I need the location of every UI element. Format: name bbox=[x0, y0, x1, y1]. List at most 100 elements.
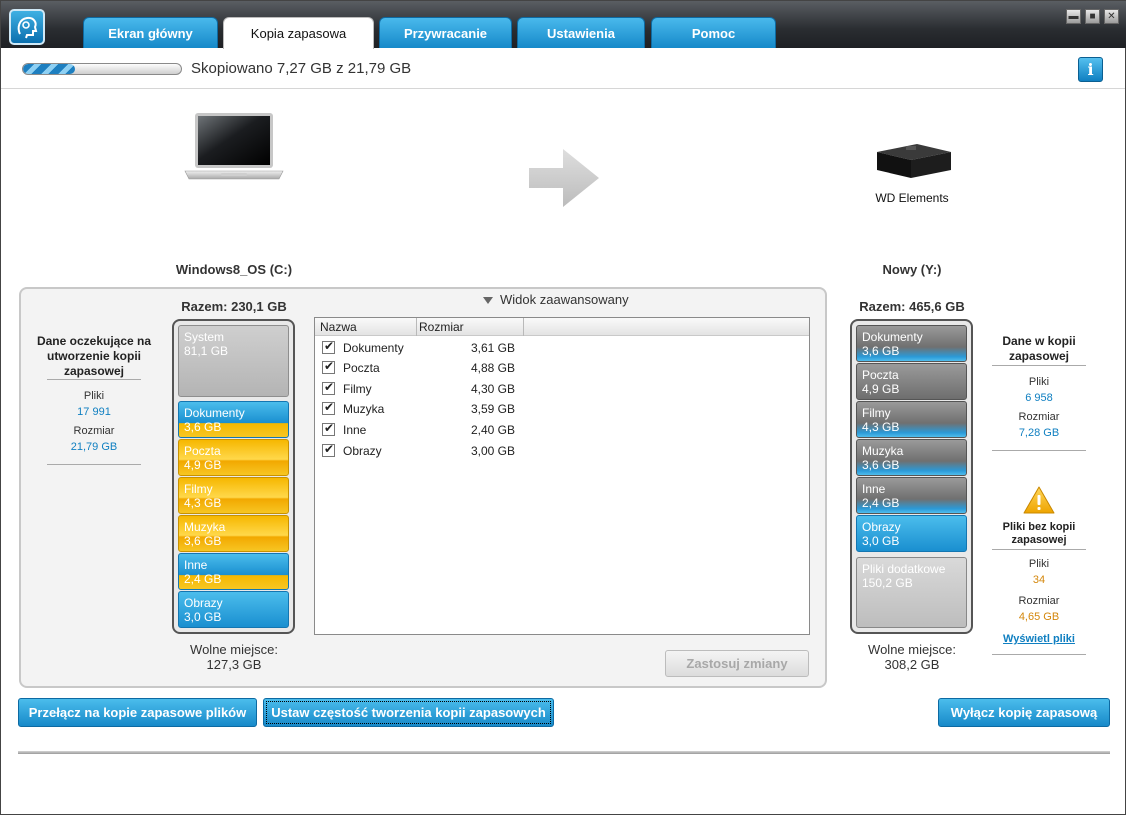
pending-divider-top bbox=[47, 379, 141, 380]
pending-files-label: Pliki bbox=[83, 390, 105, 402]
switch-to-file-backup-button[interactable]: Przełącz na kopie zapasowe plików bbox=[18, 698, 257, 727]
table-row: Filmy 4,30 GB bbox=[315, 379, 809, 399]
source-segment-pictures: Obrazy 3,0 GB bbox=[178, 591, 289, 628]
row-size: 4,88 GB bbox=[470, 361, 515, 375]
pending-size-value: 21,79 GB bbox=[70, 441, 118, 453]
backed-up-files-value: 6 958 bbox=[1025, 392, 1053, 404]
target-segment-documents: Dokumenty 3,6 GB bbox=[856, 325, 967, 362]
row-name: Inne bbox=[343, 423, 367, 437]
not-backed-up-files-label: Pliki bbox=[1028, 558, 1050, 570]
row-size: 4,30 GB bbox=[470, 382, 515, 396]
footer-divider bbox=[18, 751, 1110, 754]
source-segment-documents: Dokumenty 3,6 GB bbox=[178, 401, 289, 438]
apply-changes-button[interactable]: Zastosuj zmiany bbox=[665, 650, 809, 677]
pending-title: Dane oczekujące na utworzenie kopii zapa… bbox=[36, 334, 152, 378]
segment-name: Poczta bbox=[184, 444, 221, 458]
not-backed-up-title: Pliki bez kopii zapasowej bbox=[1002, 521, 1076, 546]
info-button[interactable]: i bbox=[1078, 57, 1103, 82]
category-checkbox[interactable] bbox=[322, 380, 335, 395]
backed-up-title: Dane w kopii zapasowej bbox=[1002, 334, 1076, 363]
target-segment-other: Inne 2,4 GB bbox=[856, 477, 967, 514]
advanced-view-label: Widok zaawansowany bbox=[500, 292, 629, 307]
segment-size: 3,6 GB bbox=[184, 420, 222, 434]
row-size: 3,59 GB bbox=[470, 402, 515, 416]
source-volume-label: Windows8_OS (C:) bbox=[175, 262, 293, 277]
close-button[interactable]: ✕ bbox=[1104, 9, 1119, 24]
segment-size: 3,0 GB bbox=[862, 534, 900, 548]
source-segment-movies: Filmy 4,3 GB bbox=[178, 477, 289, 514]
backed-up-divider-bottom bbox=[992, 450, 1086, 451]
category-checkbox[interactable] bbox=[322, 442, 335, 457]
table-row: Dokumenty 3,61 GB bbox=[315, 338, 809, 358]
segment-size: 150,2 GB bbox=[862, 576, 913, 590]
row-size: 3,00 GB bbox=[470, 444, 515, 458]
segment-size: 81,1 GB bbox=[184, 344, 229, 358]
table-row: Poczta 4,88 GB bbox=[315, 358, 809, 378]
not-backed-up-divider-top bbox=[992, 549, 1086, 550]
segment-name: Dokumenty bbox=[184, 406, 245, 420]
source-segment-mail: Poczta 4,9 GB bbox=[178, 439, 289, 476]
maximize-button[interactable]: ■ bbox=[1085, 9, 1100, 24]
not-backed-up-size-label: Rozmiar bbox=[1018, 595, 1060, 607]
backup-progress-fill bbox=[23, 64, 76, 74]
column-header-size[interactable]: Rozmiar bbox=[419, 320, 464, 334]
category-checkbox[interactable] bbox=[322, 421, 335, 436]
tab-home[interactable]: Ekran główny bbox=[83, 17, 218, 48]
backup-progress-text: Skopiowano 7,27 GB z 21,79 GB bbox=[191, 60, 412, 77]
external-drive-icon bbox=[877, 144, 951, 178]
not-backed-up-size-value: 4,65 GB bbox=[1018, 611, 1060, 623]
view-files-link[interactable]: Wyświetl pliki bbox=[992, 633, 1086, 645]
target-free-value: 308,2 GB bbox=[884, 657, 940, 672]
segment-size: 2,4 GB bbox=[862, 496, 900, 510]
row-name: Dokumenty bbox=[343, 341, 404, 355]
segment-size: 3,6 GB bbox=[184, 534, 222, 548]
app-window: Ekran główny Kopia zapasowa Przywracanie… bbox=[0, 0, 1126, 815]
pending-size-label: Rozmiar bbox=[73, 425, 115, 437]
row-name: Muzyka bbox=[343, 402, 385, 416]
segment-size: 4,3 GB bbox=[184, 496, 222, 510]
advanced-view-toggle[interactable]: Widok zaawansowany bbox=[483, 292, 629, 307]
segment-name: Muzyka bbox=[184, 520, 226, 534]
target-total: Razem: 465,6 GB bbox=[859, 299, 965, 314]
category-checkbox[interactable] bbox=[322, 339, 335, 354]
segment-size: 4,3 GB bbox=[862, 420, 900, 434]
set-backup-frequency-button[interactable]: Ustaw częstość tworzenia kopii zapasowyc… bbox=[263, 698, 554, 727]
minimize-button[interactable]: ▬ bbox=[1066, 9, 1081, 24]
pending-files-value: 17 991 bbox=[77, 406, 111, 418]
not-backed-up-divider-bottom bbox=[992, 654, 1086, 655]
table-row: Inne 2,40 GB bbox=[315, 420, 809, 440]
tab-backup[interactable]: Kopia zapasowa bbox=[223, 17, 374, 49]
tab-restore[interactable]: Przywracanie bbox=[379, 17, 512, 48]
target-drive-name: WD Elements bbox=[875, 191, 949, 205]
target-volume-label: Nowy (Y:) bbox=[882, 262, 942, 277]
category-checkbox[interactable] bbox=[322, 359, 335, 374]
category-checkbox[interactable] bbox=[322, 400, 335, 415]
source-segment-system: System 81,1 GB bbox=[178, 325, 289, 397]
segment-name: Pliki dodatkowe bbox=[862, 562, 946, 576]
target-free-label: Wolne miejsce: bbox=[868, 642, 956, 657]
source-free-label: Wolne miejsce: bbox=[190, 642, 278, 657]
app-logo-icon bbox=[9, 9, 45, 45]
tab-help[interactable]: Pomoc bbox=[651, 17, 776, 48]
backup-direction-arrow-icon bbox=[529, 149, 599, 207]
table-row: Obrazy 3,00 GB bbox=[315, 441, 809, 461]
minimize-icon: ▬ bbox=[1068, 11, 1079, 22]
close-icon: ✕ bbox=[1107, 11, 1116, 22]
row-name: Poczta bbox=[343, 361, 380, 375]
not-backed-up-files-value: 34 bbox=[1032, 574, 1046, 586]
segment-size: 3,0 GB bbox=[184, 610, 222, 624]
tab-settings[interactable]: Ustawienia bbox=[517, 17, 645, 48]
warning-icon bbox=[1023, 486, 1055, 514]
target-segment-extra-files: Pliki dodatkowe 150,2 GB bbox=[856, 557, 967, 628]
laptop-icon bbox=[184, 113, 284, 180]
disable-backup-button[interactable]: Wyłącz kopię zapasową bbox=[938, 698, 1110, 727]
title-bar: Ekran główny Kopia zapasowa Przywracanie… bbox=[1, 1, 1126, 49]
backed-up-size-value: 7,28 GB bbox=[1018, 427, 1060, 439]
target-segment-movies: Filmy 4,3 GB bbox=[856, 401, 967, 438]
target-segment-mail: Poczta 4,9 GB bbox=[856, 363, 967, 400]
column-header-name[interactable]: Nazwa bbox=[320, 320, 357, 334]
column-separator[interactable] bbox=[523, 318, 524, 336]
column-separator[interactable] bbox=[416, 318, 417, 336]
segment-size: 3,6 GB bbox=[862, 344, 900, 358]
segment-name: Inne bbox=[184, 558, 208, 572]
